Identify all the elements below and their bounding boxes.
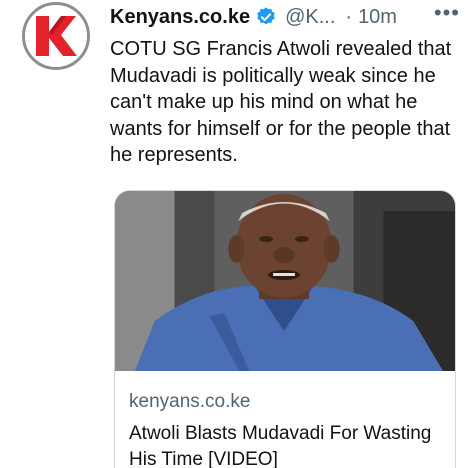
handle[interactable]: @K... [285,6,335,29]
card-domain: kenyans.co.ke [129,391,251,412]
separator-dot: · [345,5,353,28]
tweet[interactable]: Kenyans.co.ke @K... · 10m ••• COTU SG Fr… [0,0,474,468]
card-image[interactable] [115,191,455,371]
link-card[interactable]: kenyans.co.ke Atwoli Blasts Mudavadi For… [114,190,456,468]
kenyans-logo-icon [25,5,87,67]
more-options-icon[interactable]: ••• [434,0,460,26]
tweet-text: COTU SG Francis Atwoli revealed that Mud… [110,38,452,166]
avatar[interactable] [22,2,90,70]
display-name[interactable]: Kenyans.co.ke [110,6,250,29]
timestamp[interactable]: 10m [358,6,397,29]
tweet-header: Kenyans.co.ke @K... · 10m [110,2,464,32]
verified-badge-icon [255,6,277,28]
card-title[interactable]: Atwoli Blasts Mudavadi For Wasting His T… [129,421,447,468]
